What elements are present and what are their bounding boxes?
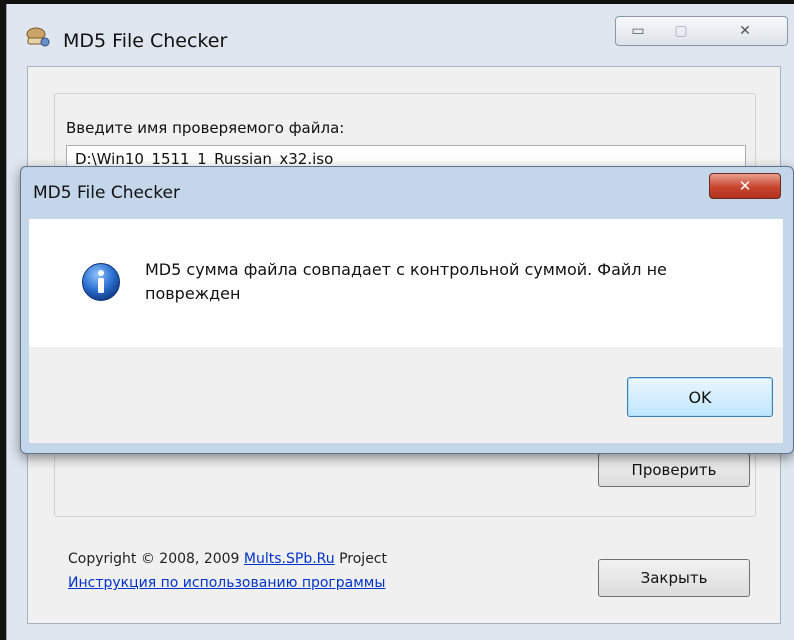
app-icon xyxy=(26,27,50,47)
close-button[interactable]: Закрыть xyxy=(598,559,750,597)
maximize-button[interactable]: ▢ xyxy=(659,16,704,46)
message-box-footer: OK xyxy=(29,347,783,443)
message-text: MD5 сумма файла совпадает с контрольной … xyxy=(145,260,667,303)
window-controls: ▭ ▢ ✕ xyxy=(615,16,791,46)
message-box-title: MD5 File Checker xyxy=(33,183,180,203)
ok-button[interactable]: OK xyxy=(627,377,773,417)
instructions-link[interactable]: Инструкция по использованию программы xyxy=(68,575,385,591)
minimize-button[interactable]: ▭ xyxy=(615,16,661,46)
check-button[interactable]: Проверить xyxy=(598,453,750,487)
copyright-suffix: Project xyxy=(334,551,387,567)
maximize-icon: ▢ xyxy=(674,23,688,39)
message-box-body: MD5 сумма файла совпадает с контрольной … xyxy=(29,219,783,347)
minimize-icon: ▭ xyxy=(631,23,645,39)
main-title-bar[interactable]: MD5 File Checker ▭ ▢ ✕ xyxy=(7,4,794,66)
main-window-title: MD5 File Checker xyxy=(63,30,228,52)
copyright-link[interactable]: Mults.SPb.Ru xyxy=(244,551,335,567)
copyright-text: Copyright © 2008, 2009 Mults.SPb.Ru Proj… xyxy=(68,551,387,567)
message-box: MD5 File Checker ✕ MD5 сумма файла совпа… xyxy=(20,166,794,454)
info-icon xyxy=(82,263,120,301)
copyright-prefix: Copyright © 2008, 2009 xyxy=(68,551,244,567)
message-box-close-button[interactable]: ✕ xyxy=(709,173,781,199)
close-icon: ✕ xyxy=(739,23,751,39)
close-icon: ✕ xyxy=(738,177,752,195)
message-box-title-bar[interactable]: MD5 File Checker ✕ xyxy=(21,167,793,219)
close-window-button[interactable]: ✕ xyxy=(703,16,788,46)
file-name-label: Введите имя проверяемого файла: xyxy=(66,119,345,137)
